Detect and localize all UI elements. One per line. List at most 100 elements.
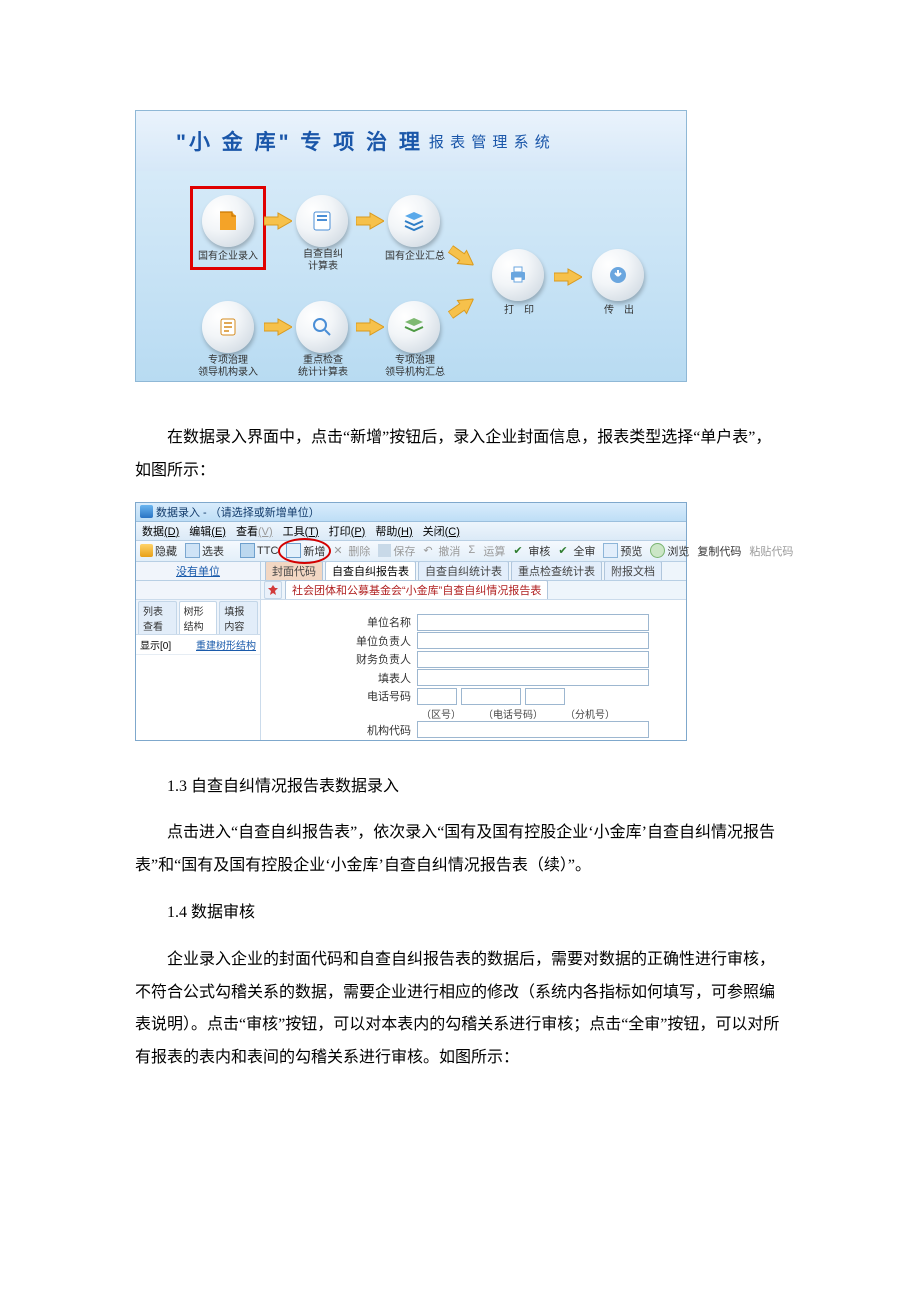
tree-tab-list[interactable]: 列表查看 [138, 601, 177, 634]
input-org-code[interactable] [417, 721, 649, 738]
calc-icon: Σ [468, 544, 481, 557]
input-phone-ext[interactable] [525, 688, 565, 705]
pin-icon [268, 585, 278, 595]
tool-paste-code[interactable]: 粘贴代码 [749, 543, 793, 559]
banner-title-sub: 报 表 管 理 系 统 [429, 131, 551, 152]
menu-print[interactable]: 打印(P) [329, 523, 366, 539]
paragraph-1: 在数据录入界面中，点击“新增”按钮后，录入企业封面信息，报表类型选择“单户表”，… [135, 422, 785, 488]
node-input-enterprise[interactable] [202, 195, 254, 247]
tool-calc[interactable]: Σ运算 [468, 543, 505, 559]
phone-ext-hint: （分机号） [565, 706, 615, 721]
phone-area-hint: （区号） [421, 706, 461, 721]
label-org-code: 机构代码 [261, 722, 417, 738]
node-export-label: 传 出 [584, 305, 654, 317]
input-unit-name[interactable] [417, 614, 649, 631]
arrow-icon [356, 317, 384, 337]
menu-view[interactable]: 查看(V) [236, 523, 273, 539]
pin-button[interactable] [264, 581, 282, 599]
node-enterprise-summary[interactable] [388, 195, 440, 247]
ttc-icon [240, 543, 255, 558]
node-print-label: 打 印 [484, 305, 554, 317]
node-selfcheck-calc[interactable] [296, 195, 348, 247]
input-phone-area[interactable] [417, 688, 457, 705]
workflow-diagram: 国有企业录入 自查自纠计算表 国有企业汇总 [136, 171, 686, 381]
tool-save[interactable]: 保存 [378, 543, 415, 559]
node-leading-summary[interactable] [388, 301, 440, 353]
tab-cover-code[interactable]: 封面代码 [265, 562, 323, 580]
node-keycheck-calc[interactable] [296, 301, 348, 353]
stack-icon [402, 315, 426, 339]
toolbar: 隐藏 选表 TTC 新增 ✕删除 保存 ↶撤消 Σ运算 ✔审核 ✔全审 预览 浏… [136, 541, 686, 562]
stack-icon [402, 209, 426, 233]
menu-edit[interactable]: 编辑(E) [189, 523, 226, 539]
printer-icon [506, 263, 530, 287]
window-titlebar: 数据录入 - （请选择或新增单位） [136, 503, 686, 522]
arrow-icon [356, 211, 384, 231]
tool-preview[interactable]: 预览 [603, 543, 642, 559]
rebuild-tree-link[interactable]: 重建树形结构 [196, 637, 256, 652]
magnify-icon [310, 315, 334, 339]
app-home-screenshot: "小 金 库" 专 项 治 理 报 表 管 理 系 统 国有企业录入 自查自纠计… [135, 110, 687, 382]
undo-icon: ↶ [423, 544, 436, 557]
no-unit-link[interactable]: 没有单位 [176, 563, 220, 579]
label-filler: 填表人 [261, 670, 417, 686]
window-title: 数据录入 - （请选择或新增单位） [156, 504, 320, 520]
app-icon [140, 505, 153, 518]
table-icon [185, 543, 200, 558]
heading-1-4: 1.4 数据审核 [135, 897, 785, 930]
tool-copy-code[interactable]: 复制代码 [697, 543, 741, 559]
book-icon [216, 209, 240, 233]
form-area: 单位名称 单位负责人 财务负责人 填表人 电话号码 （区号） （电话号码） （分… [261, 600, 686, 740]
input-fin-head[interactable] [417, 651, 649, 668]
report-tabs: 封面代码 自查自纠报告表 自查自纠统计表 重点检查统计表 附报文档 [261, 562, 686, 580]
label-fin-head: 财务负责人 [261, 651, 417, 667]
input-phone-num[interactable] [461, 688, 521, 705]
tree-tab-tree[interactable]: 树形结构 [179, 601, 218, 634]
hide-icon [140, 544, 153, 557]
arrow-icon [445, 241, 479, 273]
tab-attachments[interactable]: 附报文档 [604, 562, 662, 580]
export-icon [606, 263, 630, 287]
input-filler[interactable] [417, 669, 649, 686]
tool-hide[interactable]: 隐藏 [140, 543, 177, 559]
subtab-report[interactable]: 社会团体和公募基金会“小金库”自查自纠情况报告表 [285, 580, 548, 599]
node-leading-input[interactable] [202, 301, 254, 353]
arrow-icon [264, 211, 292, 231]
tab-self-stats[interactable]: 自查自纠统计表 [418, 562, 509, 580]
tool-ttc[interactable]: TTC [240, 543, 278, 558]
menu-close[interactable]: 关闭(C) [423, 523, 460, 539]
check-icon: ✔ [558, 544, 571, 557]
node-enterprise-summary-label: 国有企业汇总 [380, 251, 450, 263]
app-banner: "小 金 库" 专 项 治 理 报 表 管 理 系 统 [136, 111, 686, 171]
preview-icon [603, 543, 618, 558]
left-panel: 列表查看 树形结构 填报内容 显示[0] 重建树形结构 [136, 600, 261, 740]
tab-key-stats[interactable]: 重点检查统计表 [511, 562, 602, 580]
arrow-icon [554, 267, 582, 287]
node-leading-summary-label: 专项治理领导机构汇总 [380, 355, 450, 379]
tool-browse[interactable]: 浏览 [650, 543, 689, 559]
tool-check-all[interactable]: ✔全审 [558, 543, 595, 559]
node-print[interactable] [492, 249, 544, 301]
menu-tools[interactable]: 工具(T) [283, 523, 319, 539]
tool-select-table[interactable]: 选表 [185, 543, 224, 559]
node-leading-input-label: 专项治理领导机构录入 [193, 355, 263, 379]
tool-check[interactable]: ✔审核 [513, 543, 550, 559]
label-unit-head: 单位负责人 [261, 633, 417, 649]
label-phone: 电话号码 [261, 688, 417, 704]
paragraph-2: 点击进入“自查自纠报告表”，依次录入“国有及国有控股企业‘小金库’自查自纠情况报… [135, 817, 785, 883]
tool-undo[interactable]: ↶撤消 [423, 543, 460, 559]
delete-icon: ✕ [333, 544, 346, 557]
tool-new[interactable]: 新增 [286, 543, 325, 559]
form-icon [216, 315, 240, 339]
tool-delete[interactable]: ✕删除 [333, 543, 370, 559]
node-input-enterprise-label: 国有企业录入 [193, 251, 263, 263]
input-unit-head[interactable] [417, 632, 649, 649]
menu-help[interactable]: 帮助(H) [375, 523, 412, 539]
menu-data[interactable]: 数据(D) [142, 523, 179, 539]
phone-num-hint: （电话号码） [483, 706, 543, 721]
save-icon [378, 544, 391, 557]
tab-self-report[interactable]: 自查自纠报告表 [325, 562, 416, 580]
node-export[interactable] [592, 249, 644, 301]
tree-tab-fill[interactable]: 填报内容 [219, 601, 258, 634]
label-unit-name: 单位名称 [261, 614, 417, 630]
